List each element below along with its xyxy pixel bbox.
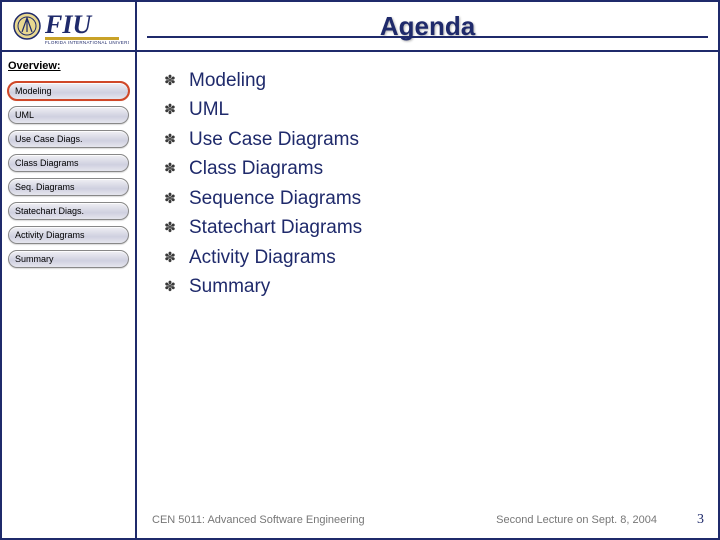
agenda-list: ✽ Modeling ✽ UML ✽ Use Case Diagrams ✽ Class… (163, 66, 708, 302)
sidebar-item-label: UML (15, 110, 34, 120)
svg-text:FLORIDA INTERNATIONAL UNIVERSI: FLORIDA INTERNATIONAL UNIVERSITY (45, 40, 129, 45)
logo-cell: FIU FLORIDA INTERNATIONAL UNIVERSITY (2, 2, 137, 50)
agenda-text: Statechart Diagrams (189, 213, 362, 242)
bullet-icon: ✽ (163, 217, 177, 239)
sidebar-item-uml[interactable]: UML (8, 106, 129, 124)
sidebar-item-label: Modeling (15, 86, 52, 96)
sidebar-heading: Overview: (8, 60, 129, 72)
slide-body: Overview: Modeling UML Use Case Diags. C… (2, 52, 718, 538)
list-item: ✽ Activity Diagrams (163, 243, 708, 272)
agenda-text: Sequence Diagrams (189, 184, 361, 213)
sidebar-item-label: Use Case Diags. (15, 134, 83, 144)
footer-page-number: 3 (697, 512, 704, 528)
sidebar-item-statechart[interactable]: Statechart Diags. (8, 202, 129, 220)
agenda-text: Activity Diagrams (189, 243, 336, 272)
list-item: ✽ UML (163, 95, 708, 124)
list-item: ✽ Summary (163, 272, 708, 301)
svg-text:FIU: FIU (44, 10, 92, 39)
sidebar-item-label: Class Diagrams (15, 158, 79, 168)
bullet-icon: ✽ (163, 158, 177, 180)
sidebar-item-label: Summary (15, 254, 54, 264)
title-underline (147, 36, 708, 38)
sidebar-item-label: Statechart Diags. (15, 206, 84, 216)
sidebar-item-label: Seq. Diagrams (15, 182, 75, 192)
sidebar-item-modeling[interactable]: Modeling (8, 82, 129, 100)
agenda-text: Modeling (189, 66, 266, 95)
list-item: ✽ Modeling (163, 66, 708, 95)
list-item: ✽ Statechart Diagrams (163, 213, 708, 242)
agenda-text: Summary (189, 272, 270, 301)
sidebar-item-class-diagrams[interactable]: Class Diagrams (8, 154, 129, 172)
agenda-text: Class Diagrams (189, 154, 323, 183)
slide: FIU FLORIDA INTERNATIONAL UNIVERSITY Age… (0, 0, 720, 540)
bullet-icon: ✽ (163, 247, 177, 269)
content-area: ✽ Modeling ✽ UML ✽ Use Case Diagrams ✽ Class… (137, 52, 718, 538)
bullet-icon: ✽ (163, 276, 177, 298)
sidebar-item-seq-diagrams[interactable]: Seq. Diagrams (8, 178, 129, 196)
list-item: ✽ Class Diagrams (163, 154, 708, 183)
sidebar-item-label: Activity Diagrams (15, 230, 85, 240)
agenda-text: Use Case Diagrams (189, 125, 359, 154)
sidebar: Overview: Modeling UML Use Case Diags. C… (2, 52, 137, 538)
agenda-text: UML (189, 95, 229, 124)
list-item: ✽ Use Case Diagrams (163, 125, 708, 154)
fiu-logo: FIU FLORIDA INTERNATIONAL UNIVERSITY (9, 6, 129, 46)
footer-lecture: Second Lecture on Sept. 8, 2004 (496, 514, 657, 526)
bullet-icon: ✽ (163, 188, 177, 210)
bullet-icon: ✽ (163, 129, 177, 151)
sidebar-item-summary[interactable]: Summary (8, 250, 129, 268)
bullet-icon: ✽ (163, 70, 177, 92)
title-bar: FIU FLORIDA INTERNATIONAL UNIVERSITY Age… (2, 2, 718, 52)
sidebar-item-use-case[interactable]: Use Case Diags. (8, 130, 129, 148)
list-item: ✽ Sequence Diagrams (163, 184, 708, 213)
footer: CEN 5011: Advanced Software Engineering … (2, 512, 718, 528)
title-cell: Agenda (137, 11, 718, 42)
sidebar-item-activity[interactable]: Activity Diagrams (8, 226, 129, 244)
footer-course: CEN 5011: Advanced Software Engineering (152, 514, 496, 526)
bullet-icon: ✽ (163, 99, 177, 121)
